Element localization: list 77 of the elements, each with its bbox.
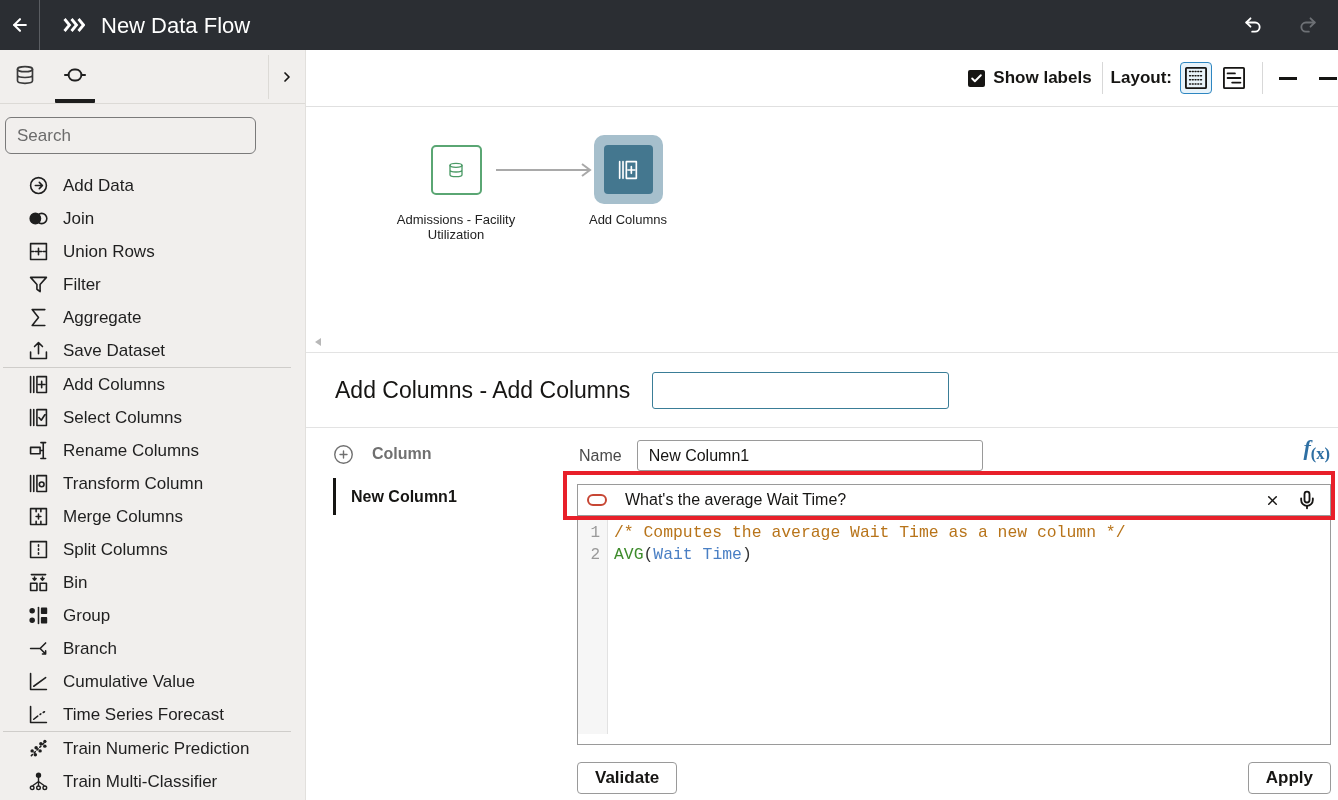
step-item[interactable]: Add Columns — [3, 368, 291, 401]
text-cursor-box-icon — [29, 441, 48, 460]
prompt-field[interactable]: What's the average Wait Time? — [577, 484, 1331, 516]
undo-button[interactable] — [1243, 15, 1263, 35]
minus-icon — [1279, 76, 1297, 80]
branch-icon — [29, 639, 48, 658]
show-labels-label: Show labels — [993, 67, 1092, 90]
step-item[interactable]: Branch — [3, 632, 291, 665]
step-item[interactable]: Aggregate — [3, 301, 291, 334]
show-labels-checkbox[interactable] — [968, 69, 986, 87]
columns-plus-icon — [29, 375, 48, 394]
scroll-left-icon — [315, 338, 321, 346]
action-button[interactable]: Validate — [577, 762, 678, 794]
code-editor[interactable]: 1 2 /* Computes the average Wait Time as a new column */ AVG(Wait Time) — [577, 520, 1331, 745]
undo-icon — [1243, 15, 1263, 35]
title-input[interactable] — [652, 371, 950, 409]
list-layout-icon — [1223, 67, 1245, 89]
bins-icon — [29, 573, 48, 592]
step-item[interactable]: Merge Columns — [3, 500, 291, 533]
step-item[interactable]: Train Multi-Classifier — [3, 765, 291, 798]
step-item[interactable]: Split Columns — [3, 533, 291, 566]
step-item[interactable]: Train Numeric Prediction — [3, 732, 291, 765]
scatter-dots-icon — [29, 739, 48, 758]
sigma-icon — [29, 308, 48, 327]
layout-option-button[interactable] — [1180, 62, 1212, 94]
upload-icon — [29, 341, 48, 360]
step-item[interactable]: Add Data — [3, 169, 291, 202]
step-item[interactable]: Filter — [3, 268, 291, 301]
name-label: Name — [579, 445, 622, 466]
node-icon — [64, 66, 86, 83]
plus-circle-icon — [333, 443, 354, 465]
chevrons-logo-icon — [63, 18, 85, 32]
name-input[interactable]: New Column1 — [636, 440, 983, 471]
dotted-grid-icon — [1185, 67, 1207, 89]
box-plus-icon — [29, 507, 48, 526]
code-line: /* Computes the average Wait Time as a new column */ — [614, 522, 1126, 544]
columns-circle-icon — [29, 474, 48, 493]
flow-node[interactable] — [593, 135, 663, 204]
check-icon — [970, 71, 984, 85]
step-item[interactable]: Cumulative Value — [3, 665, 291, 698]
line-chart-icon — [29, 672, 48, 691]
add-column-button[interactable]: Column — [333, 441, 432, 467]
step-item[interactable]: Group — [3, 599, 291, 632]
flow-title: New Data Flow — [101, 11, 251, 40]
flow-node[interactable] — [430, 144, 482, 195]
dots-squares-icon — [29, 606, 48, 625]
microphone-button[interactable] — [1297, 489, 1317, 511]
database-icon — [448, 161, 464, 178]
step-item[interactable]: Bin — [3, 566, 291, 599]
step-item[interactable]: Time Series Forecast — [3, 698, 291, 731]
columns-plus-icon — [618, 159, 638, 180]
filter-icon — [29, 275, 48, 294]
split-box-icon — [29, 540, 48, 559]
redo-icon — [1298, 15, 1318, 35]
panel-title: Add Columns - Add Columns — [335, 375, 631, 405]
database-icon — [15, 64, 35, 85]
code-line: AVG(Wait Time) — [614, 544, 753, 566]
step-item[interactable]: Union Rows — [3, 235, 291, 268]
line-number: 1 — [590, 523, 600, 544]
step-item[interactable]: Transform Column — [3, 467, 291, 500]
step-item[interactable]: Select Columns — [3, 401, 291, 434]
columns-check-icon — [29, 408, 48, 427]
minus-icon — [1319, 76, 1337, 80]
tree-nodes-icon — [29, 772, 48, 791]
search-field[interactable]: Search — [5, 117, 256, 154]
prompt-input[interactable]: What's the average Wait Time? — [625, 488, 1265, 512]
node-label: Add Columns — [588, 212, 667, 227]
node-label: Admissions - Facility Utilization — [395, 212, 517, 242]
dotted-chart-icon — [29, 705, 48, 724]
step-item[interactable]: Save Dataset — [3, 334, 291, 367]
step-item[interactable]: Rename Columns — [3, 434, 291, 467]
layout-label: Layout: — [1110, 67, 1172, 90]
line-number: 2 — [590, 545, 600, 566]
step-item[interactable]: Join — [3, 202, 291, 235]
microphone-icon — [1297, 489, 1317, 511]
rows-plus-icon — [29, 242, 48, 261]
action-button[interactable]: Apply — [1247, 762, 1331, 794]
